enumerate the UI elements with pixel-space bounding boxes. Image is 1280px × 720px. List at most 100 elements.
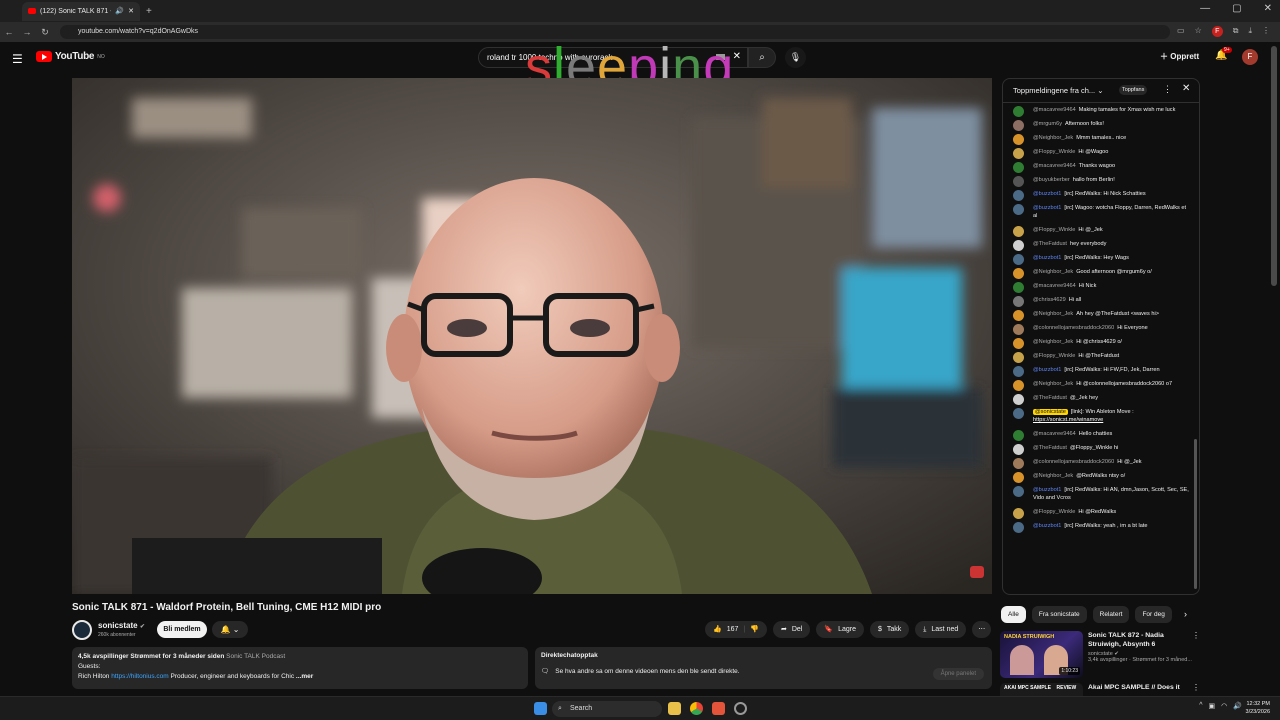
chat-author[interactable]: @macavree9464 [1033, 107, 1076, 113]
page-scrollbar[interactable] [1271, 46, 1277, 286]
chat-author[interactable]: @buyukberber [1033, 177, 1070, 183]
top-fans-badge[interactable]: Toppfans [1119, 85, 1148, 95]
downloads-icon[interactable]: ⤓ [1248, 26, 1252, 37]
more-actions-button[interactable]: ⋯ [972, 621, 992, 638]
chat-author[interactable]: @Floppy_Winkle [1033, 353, 1075, 359]
browser-tab[interactable]: (122) Sonic TALK 871 - Wal 🔊 ✕ [22, 1, 140, 21]
thanks-button[interactable]: $ Takk [869, 621, 910, 638]
windows-start-icon[interactable] [534, 702, 547, 715]
chat-author-avatar[interactable] [1013, 430, 1024, 441]
chat-author[interactable]: @macavree9464 [1033, 163, 1076, 169]
playlist-link[interactable]: Sonic TALK Podcast [226, 653, 285, 660]
chat-author-avatar[interactable] [1013, 134, 1024, 145]
chat-author-avatar[interactable] [1013, 204, 1024, 215]
download-button[interactable]: ⤓ Last ned [915, 621, 967, 638]
chat-author-avatar[interactable] [1013, 352, 1024, 363]
reload-icon[interactable]: ↻ [36, 27, 54, 38]
chat-author-avatar[interactable] [1013, 472, 1024, 483]
chat-author[interactable]: @buzzbot1 [1033, 367, 1061, 373]
subscription-bell-button[interactable]: 🔔 ⌄ [212, 621, 248, 638]
more-link[interactable]: ...mer [296, 673, 313, 680]
chat-author-avatar[interactable] [1013, 120, 1024, 131]
chat-author[interactable]: @chriss4629 [1033, 297, 1066, 303]
chat-author-avatar[interactable] [1013, 310, 1024, 321]
chat-author-avatar[interactable] [1013, 190, 1024, 201]
clock[interactable]: 12:32 PM 3/23/2026 [1246, 700, 1270, 716]
chat-author[interactable]: @colonnellojamesbraddock2060 [1033, 325, 1114, 331]
browser-menu-icon[interactable]: ⋮ [1262, 26, 1270, 37]
chat-author[interactable]: @colonnellojamesbraddock2060 [1033, 459, 1114, 465]
chat-author[interactable]: @buzzbot1 [1033, 205, 1061, 211]
description-box[interactable]: 4,5k avspillinger Strømmet for 3 måneder… [72, 647, 528, 689]
channel-name[interactable]: sonicstate ✔ [98, 621, 145, 630]
chat-author-avatar[interactable] [1013, 394, 1024, 405]
back-icon[interactable]: ← [0, 27, 18, 37]
maximize-icon[interactable]: ▢ [1232, 3, 1241, 14]
chat-author[interactable]: @TheFatdust [1033, 445, 1067, 451]
chat-mode-dropdown[interactable]: Toppmeldingene fra ch... [1013, 86, 1095, 95]
chat-author[interactable]: @macavree9464 [1033, 283, 1076, 289]
channel-watermark-icon[interactable] [970, 566, 984, 578]
open-panel-button[interactable]: Åpne panelet [932, 668, 984, 680]
extension-icon[interactable]: F [1211, 26, 1223, 37]
chat-author[interactable]: @Floppy_Winkle [1033, 509, 1075, 515]
chip-related[interactable]: Relatert [1092, 606, 1130, 623]
chat-author[interactable]: @Neighbor_Jek [1033, 311, 1073, 317]
chat-author-avatar[interactable] [1013, 162, 1024, 173]
account-avatar[interactable]: F [1242, 49, 1258, 65]
close-window-icon[interactable]: ✕ [1264, 3, 1272, 14]
guest-link[interactable]: https://hiltonius.com [111, 673, 168, 680]
chat-author[interactable]: @mrgum6y [1033, 121, 1062, 127]
chat-author[interactable]: @Neighbor_Jek [1033, 339, 1073, 345]
share-button[interactable]: ➦ Del [772, 621, 811, 638]
chat-author-avatar[interactable] [1013, 338, 1024, 349]
chat-link[interactable]: https://sonicst.me/winamove [1033, 417, 1103, 423]
create-button[interactable]: ＋ Opprett [1160, 51, 1199, 62]
rec-title[interactable]: Akai MPC SAMPLE // Does it [1088, 683, 1196, 692]
thumbs-down-icon[interactable]: 👎 [750, 621, 759, 638]
extensions-puzzle-icon[interactable]: ⧉ [1233, 26, 1239, 37]
chat-author[interactable]: @buzzbot1 [1033, 191, 1061, 197]
rec-thumbnail[interactable]: AKAI MPC SAMPLE REVIEW [1000, 683, 1083, 696]
app-icon[interactable] [734, 702, 747, 715]
chat-author[interactable]: @buzzbot1 [1033, 255, 1061, 261]
chat-author-avatar[interactable] [1013, 408, 1024, 419]
chat-author[interactable]: @Neighbor_Jek [1033, 381, 1073, 387]
tab-close-icon[interactable]: ✕ [128, 7, 134, 15]
chat-author-avatar[interactable] [1013, 254, 1024, 265]
close-chat-icon[interactable]: ✕ [1182, 83, 1190, 94]
chat-author-avatar[interactable] [1013, 324, 1024, 335]
tray-chevron-icon[interactable]: ^ [1199, 702, 1202, 710]
chat-author-avatar[interactable] [1013, 366, 1024, 377]
chat-author[interactable]: @buzzbot1 [1033, 487, 1061, 493]
chat-author[interactable]: @Floppy_Winkle [1033, 227, 1075, 233]
video-player[interactable] [72, 78, 992, 594]
rec-thumbnail[interactable]: NADIA STRUIWIGH 1:10:23 [1000, 631, 1083, 678]
chat-author[interactable]: @macavree9464 [1033, 431, 1076, 437]
forward-icon[interactable]: → [18, 27, 36, 37]
recommendation-item[interactable]: NADIA STRUIWIGH 1:10:23 Sonic TALK 872 -… [1000, 631, 1200, 681]
rec-more-icon[interactable]: ⋮ [1192, 631, 1200, 640]
chrome-icon[interactable] [690, 702, 703, 715]
chat-author[interactable]: @TheFatdust [1033, 241, 1067, 247]
notifications-button[interactable]: 🔔 9+ [1215, 47, 1232, 61]
chat-author-avatar[interactable] [1013, 268, 1024, 279]
chip-all[interactable]: Alle [1001, 606, 1026, 623]
taskbar-search[interactable]: ⌕ Search [552, 701, 662, 717]
chat-author-avatar[interactable] [1013, 176, 1024, 187]
voice-search-button[interactable]: 🎙 [785, 47, 806, 68]
chat-scrollbar[interactable] [1194, 439, 1197, 589]
brave-icon[interactable] [712, 702, 725, 715]
rec-more-icon[interactable]: ⋮ [1192, 683, 1200, 692]
file-explorer-icon[interactable] [668, 702, 681, 715]
chat-author-avatar[interactable] [1013, 458, 1024, 469]
rec-title[interactable]: Sonic TALK 872 - Nadia Struiwigh, Absynt… [1088, 631, 1196, 649]
chip-for-you[interactable]: For deg [1135, 606, 1172, 623]
cast-icon[interactable]: ▭ [1177, 26, 1185, 37]
chat-author-avatar[interactable] [1013, 486, 1024, 497]
chat-author-avatar[interactable] [1013, 380, 1024, 391]
chat-author-avatar[interactable] [1013, 444, 1024, 455]
chat-author[interactable]: @Neighbor_Jek [1033, 473, 1073, 479]
chip-from-channel[interactable]: Fra sonicstate [1031, 606, 1087, 623]
chat-author[interactable]: @buzzbot1 [1033, 523, 1061, 529]
